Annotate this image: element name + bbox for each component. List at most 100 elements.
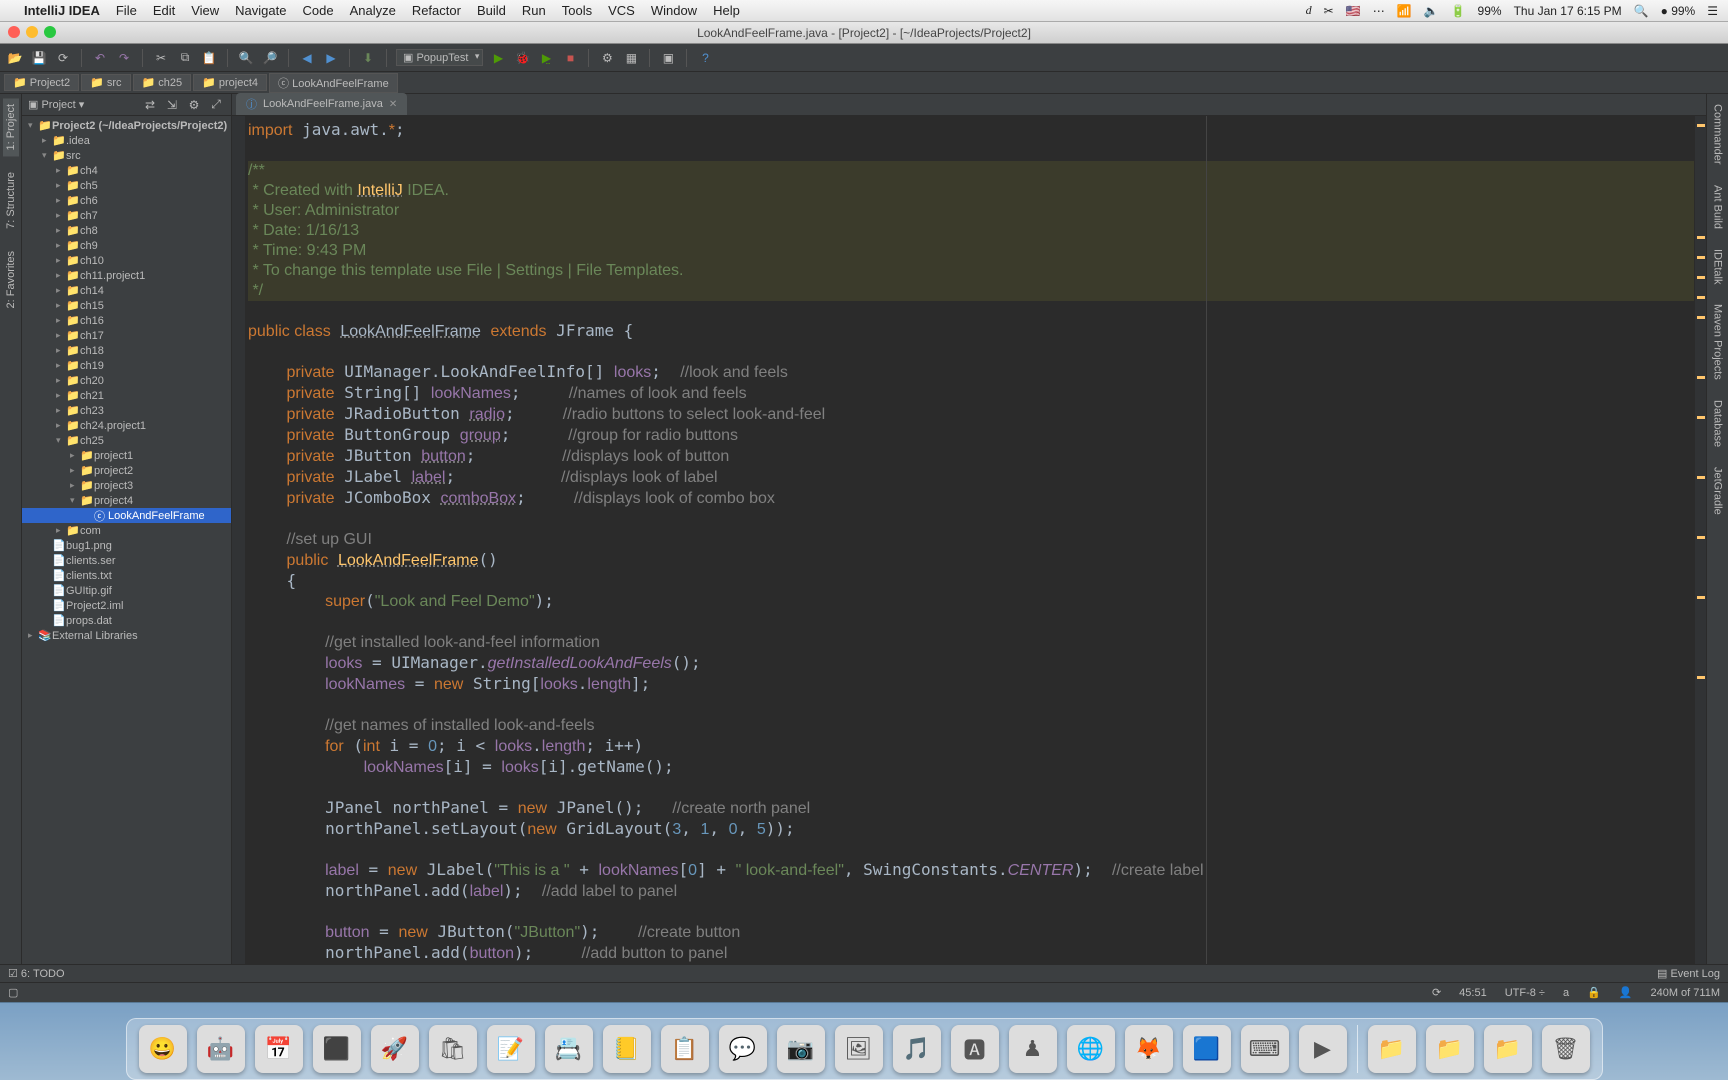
menubar-clock[interactable]: Thu Jan 17 6:15 PM [1514, 4, 1622, 18]
photobooth-icon[interactable]: 📷 [777, 1025, 825, 1073]
photos-icon[interactable]: 🖼 [835, 1025, 883, 1073]
project-tree[interactable]: ▾📁Project2 (~/IdeaProjects/Project2)▸📁.i… [22, 116, 231, 964]
menubar-spotlight-icon[interactable]: 🔍 [1634, 4, 1649, 18]
right-tab[interactable]: Ant Build [1710, 179, 1726, 235]
left-tab[interactable]: 1: Project [3, 98, 19, 156]
settings-icon2[interactable]: ⚙ [598, 49, 616, 67]
menu-tools[interactable]: Tools [562, 3, 592, 18]
intellij-icon[interactable]: 🟦 [1183, 1025, 1231, 1073]
menubar-flag-icon[interactable]: 🇺🇸 [1346, 4, 1361, 18]
help-icon[interactable]: ? [696, 49, 714, 67]
automator-icon[interactable]: 🤖 [197, 1025, 245, 1073]
code-editor[interactable]: import java.awt.*; /** * Created with In… [246, 116, 1694, 964]
encoding[interactable]: UTF-8 ÷ [1505, 987, 1545, 999]
tree-node[interactable]: ▸📁.idea [22, 133, 231, 148]
paste-icon[interactable]: 📋 [200, 49, 218, 67]
insert-mode-icon[interactable]: a [1563, 987, 1569, 999]
contacts-icon[interactable]: 📇 [545, 1025, 593, 1073]
collapse-all-icon[interactable]: ⇲ [163, 96, 181, 114]
tree-node[interactable]: ▸📁ch4 [22, 163, 231, 178]
tree-node[interactable]: ▸📁ch21 [22, 388, 231, 403]
todo-tool-button[interactable]: ☑ 6: TODO [8, 967, 65, 980]
memory-indicator[interactable]: 240M of 711M [1650, 987, 1720, 999]
chess-icon[interactable]: ♟ [1009, 1025, 1057, 1073]
terminal-icon[interactable]: ⬛ [313, 1025, 361, 1073]
firefox-icon[interactable]: 🦊 [1125, 1025, 1173, 1073]
breadcrumb-item[interactable]: 📁 src [81, 74, 130, 91]
tree-node[interactable]: ▸📁ch6 [22, 193, 231, 208]
editor-tab[interactable]: ⓙ LookAndFeelFrame.java ✕ [236, 93, 407, 115]
tree-node[interactable]: ▸📁ch16 [22, 313, 231, 328]
save-all-icon[interactable]: 💾 [30, 49, 48, 67]
folder2-icon[interactable]: 📁 [1426, 1025, 1474, 1073]
messages-icon[interactable]: 💬 [719, 1025, 767, 1073]
editor-gutter[interactable] [232, 116, 246, 964]
tree-node[interactable]: ▸📁ch24.project1 [22, 418, 231, 433]
replace-icon[interactable]: 🔎 [261, 49, 279, 67]
tree-node[interactable]: ▾📁ch25 [22, 433, 231, 448]
tree-node[interactable]: ▸📁ch9 [22, 238, 231, 253]
tree-node[interactable]: ▸📁ch5 [22, 178, 231, 193]
tree-node[interactable]: ⓒLookAndFeelFrame [22, 508, 231, 523]
tree-node[interactable]: ▸📁ch10 [22, 253, 231, 268]
menubar-extra-scissors-icon[interactable]: ✂ [1324, 4, 1334, 18]
tree-node[interactable]: ▸📁ch23 [22, 403, 231, 418]
scroll-from-source-icon[interactable]: ⇄ [141, 96, 159, 114]
breadcrumb-item[interactable]: ⓒ LookAndFeelFrame [269, 73, 398, 93]
project-view-selector[interactable]: ▣ Project ▾ [28, 98, 84, 111]
notes-icon[interactable]: 📒 [603, 1025, 651, 1073]
right-tab[interactable]: Commander [1710, 98, 1726, 171]
menubar-volume-icon[interactable]: 🔈 [1424, 4, 1439, 18]
tree-node[interactable]: 📄GUItip.gif [22, 583, 231, 598]
menubar-more-icon[interactable]: ⋯ [1373, 4, 1385, 18]
menu-run[interactable]: Run [522, 3, 546, 18]
run-coverage-icon[interactable]: ▶̤ [537, 49, 555, 67]
itunes-icon[interactable]: 🎵 [893, 1025, 941, 1073]
stickies-icon[interactable]: 📋 [661, 1025, 709, 1073]
status-toggle-icon[interactable]: ▢ [8, 986, 18, 999]
menubar-notification-icon[interactable]: ☰ [1707, 4, 1718, 18]
menu-file[interactable]: File [116, 3, 137, 18]
tree-node[interactable]: ▾📁project4 [22, 493, 231, 508]
breadcrumb-item[interactable]: 📁 project4 [193, 74, 267, 91]
menubar-extra-d-icon[interactable]: d [1306, 3, 1312, 18]
error-stripe[interactable] [1694, 116, 1706, 964]
tree-node[interactable]: ▾📁Project2 (~/IdeaProjects/Project2) [22, 118, 231, 133]
launchpad-icon[interactable]: 🚀 [371, 1025, 419, 1073]
forward-icon[interactable]: ▶ [322, 49, 340, 67]
tree-node[interactable]: ▸📁ch20 [22, 373, 231, 388]
menu-refactor[interactable]: Refactor [412, 3, 461, 18]
menu-analyze[interactable]: Analyze [350, 3, 396, 18]
menu-window[interactable]: Window [651, 3, 697, 18]
folder1-icon[interactable]: 📁 [1368, 1025, 1416, 1073]
close-tab-icon[interactable]: ✕ [389, 99, 397, 110]
sync-icon[interactable]: ⟳ [54, 49, 72, 67]
make-icon[interactable]: ⬇ [359, 49, 377, 67]
tree-node[interactable]: ▸📁ch11.project1 [22, 268, 231, 283]
tree-node[interactable]: ▸📁ch19 [22, 358, 231, 373]
tree-node[interactable]: ▸📁ch17 [22, 328, 231, 343]
tree-node[interactable]: 📄Project2.iml [22, 598, 231, 613]
tree-node[interactable]: ▸📁project2 [22, 463, 231, 478]
app-name[interactable]: IntelliJ IDEA [24, 3, 100, 18]
open-file-icon[interactable]: 📂 [6, 49, 24, 67]
cut-icon[interactable]: ✂ [152, 49, 170, 67]
status-process-icon[interactable]: ⟳ [1432, 986, 1441, 999]
lock-icon[interactable]: 🔒 [1587, 986, 1601, 999]
back-icon[interactable]: ◀ [298, 49, 316, 67]
tree-node[interactable]: 📄props.dat [22, 613, 231, 628]
chrome-icon[interactable]: 🌐 [1067, 1025, 1115, 1073]
tree-node[interactable]: 📄clients.ser [22, 553, 231, 568]
minimize-window-button[interactable] [26, 26, 38, 38]
breadcrumb-item[interactable]: 📁 Project2 [4, 74, 79, 91]
hide-panel-icon[interactable]: ⤢ [207, 96, 225, 114]
menubar-wifi-icon[interactable]: 📶 [1397, 4, 1412, 18]
right-tab[interactable]: Database [1710, 394, 1726, 453]
tree-node[interactable]: ▸📁ch15 [22, 298, 231, 313]
sdk-icon[interactable]: ▣ [659, 49, 677, 67]
tree-node[interactable]: ▸📁project1 [22, 448, 231, 463]
right-tab[interactable]: Maven Projects [1710, 298, 1726, 386]
tree-node[interactable]: 📄clients.txt [22, 568, 231, 583]
event-log-button[interactable]: ▤ Event Log [1657, 967, 1720, 980]
tree-node[interactable]: ▸📁ch7 [22, 208, 231, 223]
